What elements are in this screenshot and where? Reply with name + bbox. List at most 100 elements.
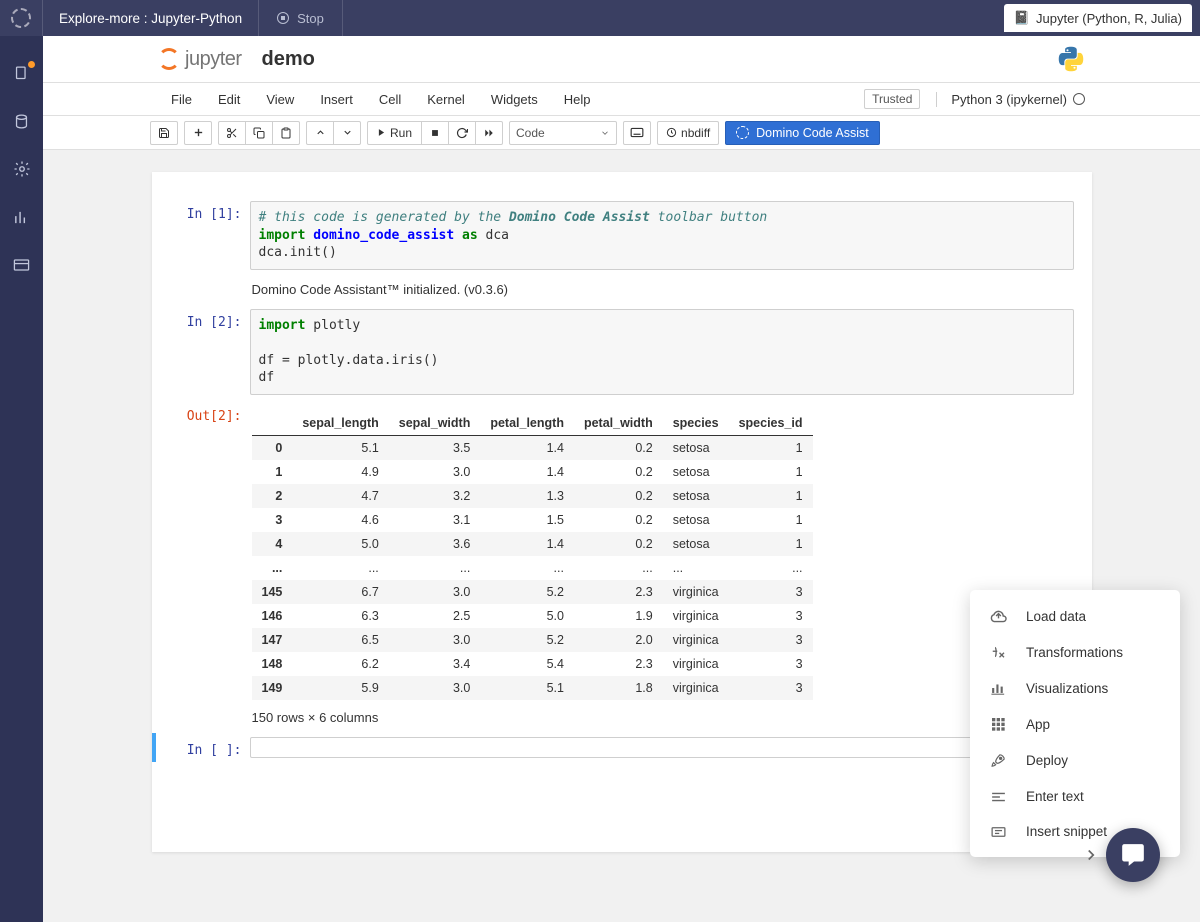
jupyter-mini-icon: 📓: [1014, 10, 1030, 26]
assist-visualizations[interactable]: Visualizations: [970, 670, 1180, 706]
table-row: 24.73.21.30.2setosa1: [252, 484, 813, 508]
run-label: Run: [390, 126, 412, 140]
move-up-button[interactable]: [306, 121, 334, 145]
files-icon[interactable]: [13, 64, 31, 82]
output-cell-1: Domino Code Assistant™ initialized. (v0.…: [152, 274, 1092, 305]
trusted-badge[interactable]: Trusted: [864, 89, 920, 109]
copy-button[interactable]: [245, 121, 273, 145]
assist-swirl-icon: [736, 126, 749, 139]
assist-label: Domino Code Assist: [756, 126, 869, 140]
menu-view[interactable]: View: [253, 92, 307, 107]
chat-fab[interactable]: [1106, 828, 1160, 882]
collapse-arrow-icon[interactable]: [1082, 846, 1100, 864]
restart-run-all-button[interactable]: [475, 121, 503, 145]
menu-insert[interactable]: Insert: [307, 92, 366, 107]
chat-bubble-icon: [1120, 842, 1146, 868]
output-cell-2: Out[2]: sepal_lengthsepal_widthpetal_len…: [152, 399, 1092, 733]
code-cell-2[interactable]: In [2]: import plotly df = plotly.data.i…: [152, 305, 1092, 399]
nbdiff-label: nbdiff: [681, 126, 710, 140]
output-prompt-blank: [162, 278, 250, 301]
table-row: 34.63.11.50.2setosa1: [252, 508, 813, 532]
output-prompt: Out[2]:: [162, 403, 250, 729]
metrics-icon[interactable]: [13, 208, 31, 226]
code-assist-button[interactable]: Domino Code Assist: [725, 121, 880, 145]
notebook-header: jupyter demo: [43, 36, 1200, 83]
text-lines-icon: [988, 790, 1008, 804]
kernel-label: Python 3 (ipykernel): [951, 92, 1067, 107]
code-input[interactable]: [250, 737, 1074, 758]
toolbar: Run Code nbdiff Domino Code Assist: [43, 116, 1200, 150]
menu-file[interactable]: File: [158, 92, 205, 107]
move-group: [306, 121, 361, 145]
app-topbar: Explore-more : Jupyter-Python Stop 📓 Jup…: [0, 0, 1200, 36]
menu-kernel[interactable]: Kernel: [414, 92, 478, 107]
table-row: 1456.73.05.22.3virginica3: [252, 580, 813, 604]
settings-icon[interactable]: [13, 160, 31, 178]
kernel-tab-label: Jupyter (Python, R, Julia): [1036, 11, 1182, 26]
interrupt-button[interactable]: [421, 121, 449, 145]
assist-enter-text[interactable]: Enter text: [970, 779, 1180, 814]
menu-help[interactable]: Help: [551, 92, 604, 107]
swirl-icon: [11, 8, 31, 28]
cell-type-select[interactable]: Code: [509, 121, 617, 145]
nbdiff-button[interactable]: nbdiff: [657, 121, 719, 145]
jupyter-word: jupyter: [185, 48, 242, 71]
table-row: 1476.53.05.22.0virginica3: [252, 628, 813, 652]
python-logo-icon: [1057, 45, 1085, 73]
stop-button[interactable]: Stop: [259, 0, 343, 36]
code-cell-1[interactable]: In [1]: # this code is generated by the …: [152, 197, 1092, 274]
run-group: Run: [367, 121, 503, 145]
stop-label: Stop: [297, 11, 324, 26]
menu-bar: File Edit View Insert Cell Kernel Widget…: [43, 83, 1200, 116]
table-row: 1486.23.45.42.3virginica3: [252, 652, 813, 676]
code-input[interactable]: # this code is generated by the Domino C…: [250, 201, 1074, 270]
app-logo[interactable]: [0, 0, 43, 36]
command-palette-button[interactable]: [623, 121, 651, 145]
table-row: .....................: [252, 556, 813, 580]
assist-deploy[interactable]: Deploy: [970, 742, 1180, 779]
assist-menu: Load data Transformations Visualizations…: [970, 590, 1180, 857]
kernel-status-icon: [1073, 93, 1085, 105]
jupyter-logo[interactable]: jupyter: [158, 48, 242, 71]
jupyter-icon: [158, 48, 180, 70]
fx-icon: [988, 644, 1008, 660]
dataframe-table: sepal_lengthsepal_widthpetal_lengthpetal…: [252, 411, 813, 700]
cut-button[interactable]: [218, 121, 246, 145]
notebook-name[interactable]: demo: [262, 48, 315, 71]
insert-cell-button[interactable]: [184, 121, 212, 145]
input-prompt: In [ ]:: [162, 737, 250, 758]
assist-load-data[interactable]: Load data: [970, 598, 1180, 634]
kernel-indicator[interactable]: Python 3 (ipykernel): [936, 92, 1085, 107]
code-input[interactable]: import plotly df = plotly.data.iris() df: [250, 309, 1074, 395]
output-text: Domino Code Assistant™ initialized. (v0.…: [250, 278, 1074, 301]
save-button[interactable]: [150, 121, 178, 145]
card-icon[interactable]: [13, 256, 31, 274]
restart-button[interactable]: [448, 121, 476, 145]
code-cell-empty[interactable]: In [ ]:: [152, 733, 1092, 762]
assist-transformations[interactable]: Transformations: [970, 634, 1180, 670]
bar-chart-icon: [988, 680, 1008, 696]
run-button[interactable]: Run: [367, 121, 422, 145]
clipboard-group: [218, 121, 300, 145]
kernel-tab[interactable]: 📓 Jupyter (Python, R, Julia): [1004, 4, 1192, 32]
menu-edit[interactable]: Edit: [205, 92, 253, 107]
workspace-title[interactable]: Explore-more : Jupyter-Python: [43, 0, 259, 36]
table-row: 1495.93.05.11.8virginica3: [252, 676, 813, 700]
stop-icon: [277, 12, 289, 24]
move-down-button[interactable]: [333, 121, 361, 145]
table-row: 05.13.51.40.2setosa1: [252, 435, 813, 460]
left-rail: [0, 36, 43, 922]
cell-type-value: Code: [516, 126, 545, 140]
snippet-icon: [988, 825, 1008, 839]
table-row: 45.03.61.40.2setosa1: [252, 532, 813, 556]
cloud-upload-icon: [988, 608, 1008, 624]
menu-widgets[interactable]: Widgets: [478, 92, 551, 107]
table-row: 1466.32.55.01.9virginica3: [252, 604, 813, 628]
dataframe-dims: 150 rows × 6 columns: [252, 710, 1072, 725]
menu-cell[interactable]: Cell: [366, 92, 414, 107]
data-icon[interactable]: [13, 112, 31, 130]
paste-button[interactable]: [272, 121, 300, 145]
grid-icon: [988, 716, 1008, 732]
notebook-page: In [1]: # this code is generated by the …: [152, 172, 1092, 852]
assist-app[interactable]: App: [970, 706, 1180, 742]
